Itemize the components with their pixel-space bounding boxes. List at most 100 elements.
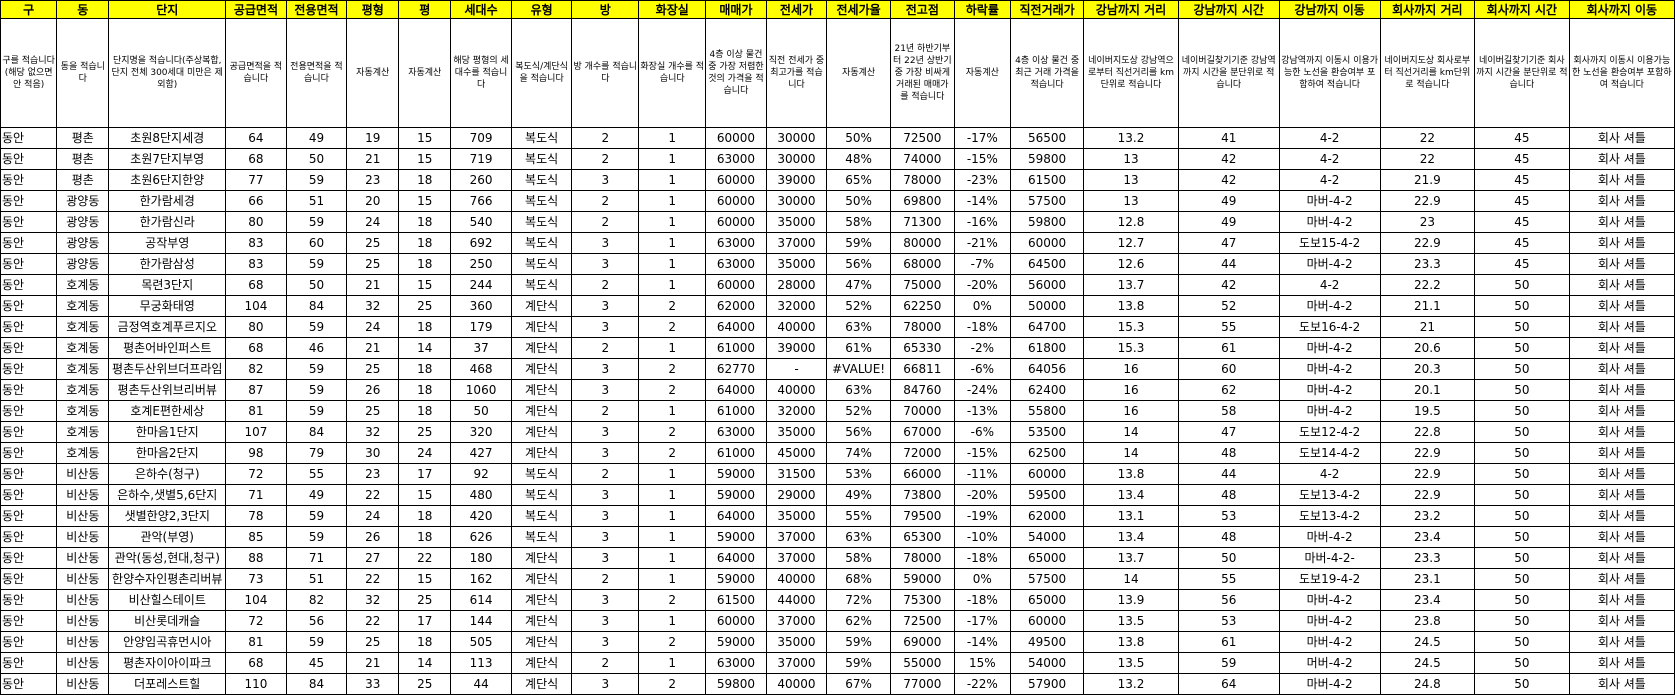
table-cell[interactable]: 23 [1379,211,1476,233]
table-cell[interactable]: 21 [346,652,400,674]
table-cell[interactable]: 초원7단지부영 [108,148,227,170]
description-cell[interactable]: 단지명을 적습니다(주상복합, 단지 전체 300세대 미만은 제외함) [108,18,227,128]
table-cell[interactable]: 호계동 [56,337,110,359]
table-cell[interactable]: 63000 [705,232,767,254]
table-cell[interactable]: 2 [638,589,707,611]
table-cell[interactable]: 41 [1177,127,1280,149]
table-cell[interactable]: 4-2 [1278,274,1381,296]
table-cell[interactable]: 도보15-4-2 [1278,232,1381,254]
table-cell[interactable]: 복도식 [510,505,573,527]
table-cell[interactable]: 85 [225,526,287,548]
table-cell[interactable]: 2 [571,127,640,149]
table-cell[interactable]: 63000 [705,148,767,170]
table-cell[interactable]: 48 [1177,526,1280,548]
table-cell[interactable]: 2 [571,337,640,359]
table-cell[interactable]: 260 [450,169,512,191]
table-cell[interactable]: 동안 [0,400,58,422]
description-cell[interactable]: 전용면적을 적습니다 [285,18,348,128]
table-cell[interactable]: 32000 [765,295,828,317]
table-cell[interactable]: 79500 [889,505,955,527]
column-header[interactable]: 강남까지 시간 [1177,0,1280,19]
table-cell[interactable]: 마버-4-2 [1278,211,1381,233]
table-cell[interactable]: 58 [1177,400,1280,422]
description-cell[interactable]: 자동계산 [398,18,452,128]
table-cell[interactable]: 62 [1177,379,1280,401]
column-header[interactable]: 단지 [108,0,227,19]
table-cell[interactable]: 59 [1177,652,1280,674]
table-cell[interactable]: 66811 [889,358,955,380]
table-cell[interactable]: 초원8단지세경 [108,127,227,149]
description-cell[interactable]: 자동계산 [953,18,1011,128]
table-cell[interactable]: 평촌두산위브리버뷰 [108,379,227,401]
table-cell[interactable]: 동안 [0,631,58,653]
table-cell[interactable]: 마버-4-2 [1278,400,1381,422]
table-cell[interactable]: 61% [826,337,891,359]
table-cell[interactable]: 72 [225,463,287,485]
table-cell[interactable]: 복도식 [510,274,573,296]
table-cell[interactable]: 59800 [1009,148,1085,170]
table-cell[interactable]: 호계동 [56,274,110,296]
table-cell[interactable]: 104 [225,295,287,317]
table-cell[interactable]: 2 [638,295,707,317]
table-cell[interactable]: 회사 셔틀 [1568,442,1675,464]
table-cell[interactable]: 49 [1177,211,1280,233]
table-cell[interactable]: 동안 [0,253,58,275]
table-cell[interactable]: 22 [346,568,400,590]
column-header[interactable]: 평형 [346,0,400,19]
table-cell[interactable]: 63% [826,526,891,548]
table-cell[interactable]: 50 [1474,316,1570,338]
table-cell[interactable]: 59 [285,253,348,275]
table-cell[interactable]: 51 [285,568,348,590]
table-cell[interactable]: 68 [225,652,287,674]
table-cell[interactable]: 64000 [705,379,767,401]
table-cell[interactable]: 호계동 [56,421,110,443]
column-header[interactable]: 구 [0,0,58,19]
table-cell[interactable]: 회사 셔틀 [1568,316,1675,338]
table-cell[interactable]: 62000 [705,295,767,317]
table-cell[interactable]: 20.6 [1379,337,1476,359]
table-cell[interactable]: 64 [1177,673,1280,695]
table-cell[interactable]: 25 [346,400,400,422]
table-cell[interactable]: 회사 셔틀 [1568,253,1675,275]
table-cell[interactable]: 마버-4-2 [1278,379,1381,401]
table-cell[interactable]: 420 [450,505,512,527]
table-cell[interactable]: 65300 [889,526,955,548]
table-cell[interactable]: 59500 [1009,484,1085,506]
table-cell[interactable]: 2 [571,190,640,212]
table-cell[interactable]: 25 [398,673,452,695]
table-cell[interactable]: 마버-4-2 [1278,673,1381,695]
table-cell[interactable]: 1060 [450,379,512,401]
table-cell[interactable]: 회사 셔틀 [1568,295,1675,317]
table-cell[interactable]: 23.4 [1379,526,1476,548]
table-cell[interactable]: 동안 [0,484,58,506]
description-cell[interactable]: 네이버길찾기기준 강남역까지 시간을 분단위로 적습니다 [1177,18,1280,128]
table-cell[interactable]: 50 [1474,379,1570,401]
table-cell[interactable]: 50 [1474,484,1570,506]
table-cell[interactable]: 60000 [1009,463,1085,485]
table-cell[interactable]: 50 [1474,568,1570,590]
table-cell[interactable]: 50 [1474,526,1570,548]
table-cell[interactable]: 55 [1177,568,1280,590]
table-cell[interactable]: 52% [826,400,891,422]
description-cell[interactable]: 해당 평형의 세대수를 적습니다 [450,18,512,128]
table-cell[interactable]: 25 [398,421,452,443]
table-cell[interactable]: 53 [1177,505,1280,527]
description-cell[interactable]: 네이버길찾기기준 회사까지 시간을 분단위로 적습니다 [1474,18,1570,128]
table-cell[interactable]: 162 [450,568,512,590]
table-cell[interactable]: 59 [285,379,348,401]
table-cell[interactable]: 16 [1083,400,1179,422]
table-cell[interactable]: 61 [1177,337,1280,359]
table-cell[interactable]: 회사 셔틀 [1568,190,1675,212]
table-cell[interactable]: -17% [953,610,1011,632]
table-cell[interactable]: 24 [346,316,400,338]
table-cell[interactable]: 도보14-4-2 [1278,442,1381,464]
table-cell[interactable]: 62250 [889,295,955,317]
table-cell[interactable]: 동안 [0,211,58,233]
table-cell[interactable]: 50 [1474,463,1570,485]
table-cell[interactable]: 44 [1177,253,1280,275]
table-cell[interactable]: 31500 [765,463,828,485]
table-cell[interactable]: 회사 셔틀 [1568,463,1675,485]
table-cell[interactable]: 공작부영 [108,232,227,254]
table-cell[interactable]: 68 [225,148,287,170]
table-cell[interactable]: 관악(동성,현대,청구) [108,547,227,569]
